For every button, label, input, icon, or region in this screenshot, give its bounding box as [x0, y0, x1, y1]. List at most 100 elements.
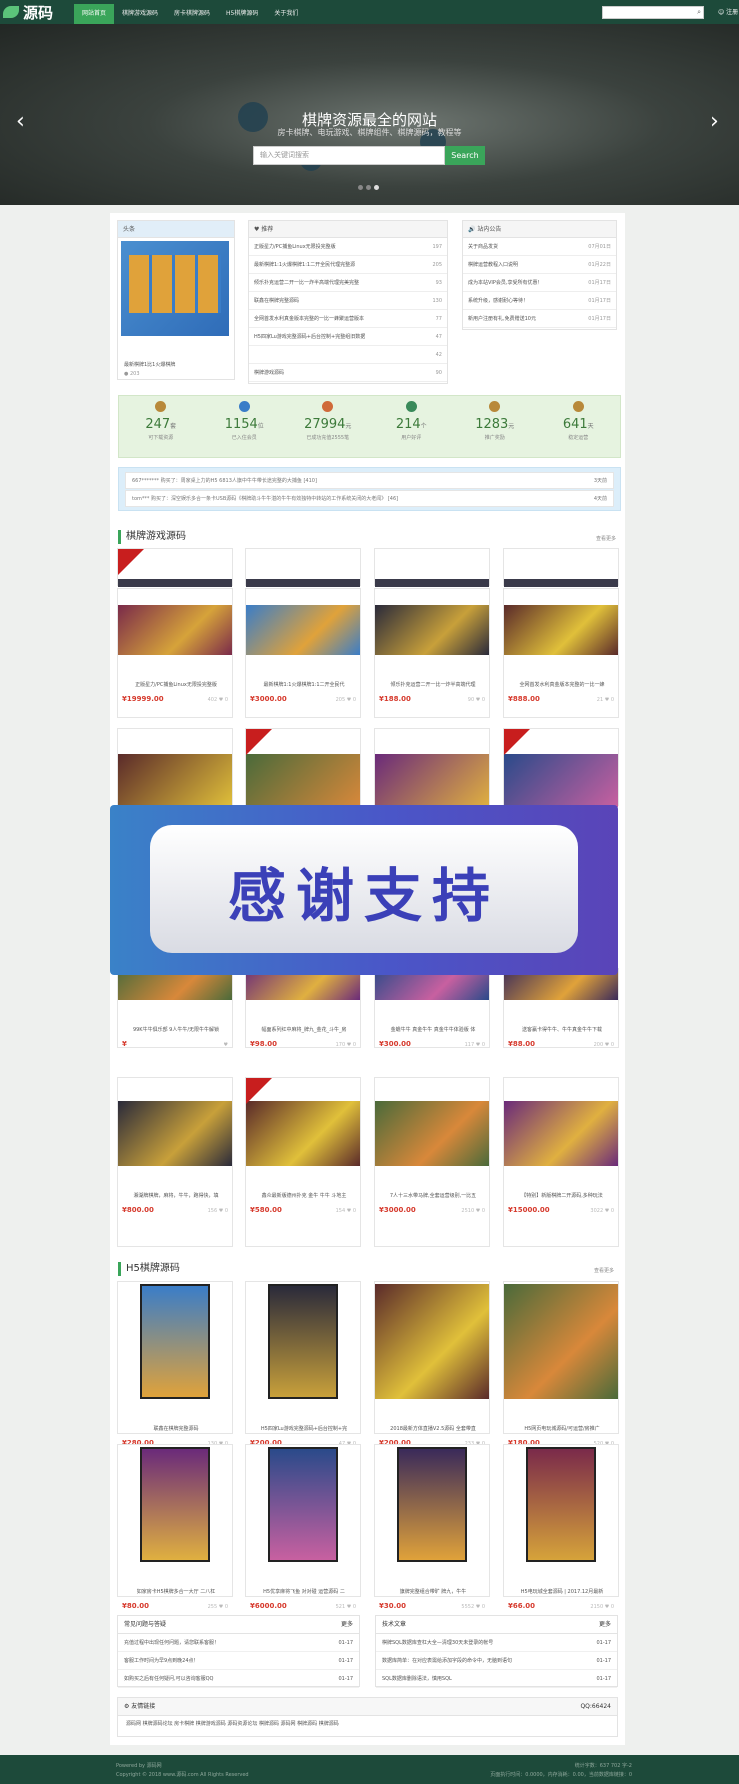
product-thumbnail[interactable]: [118, 1101, 232, 1166]
dot[interactable]: [358, 185, 363, 190]
faq-more[interactable]: 更多: [341, 1616, 353, 1633]
product-thumbnail[interactable]: [246, 1101, 360, 1166]
recommend-item-title[interactable]: 棋牌游戏源码: [254, 364, 284, 381]
product-title[interactable]: 正版星力/PC捕鱼Linux无限投完整版: [122, 681, 230, 688]
product-card-partial[interactable]: [374, 548, 490, 587]
dot-active[interactable]: [374, 185, 379, 190]
product-card[interactable]: 99K牛牛俱乐部 9人牛牛/无限牛牛解锁 ¥ ♥: [117, 965, 233, 1048]
section-more-h5[interactable]: 查看更多: [594, 1267, 614, 1274]
notice-item-title[interactable]: 成为本站VIP会员,享受所有优惠！: [468, 274, 543, 291]
recommend-item-title[interactable]: 全网首发水利真金版本完整的一比一蜂聚运营版本: [254, 310, 364, 327]
product-card[interactable]: 幅面系列红中麻将_牌九_金花_斗牛_房 ¥98.00 170 ♥ 0: [245, 965, 361, 1048]
product-title[interactable]: 7人十三水带马牌,全套运营级别,一比五: [379, 1192, 487, 1199]
article-row[interactable]: 如购买之后有任何疑问,可以咨询客服QQ 01-17: [118, 1670, 359, 1688]
product-card[interactable]: 送客赢卡得牛牛、牛牛真金牛牛下载 ¥88.00 200 ♥ 0: [503, 965, 619, 1048]
links-list[interactable]: 源码网 棋牌源码论坛 房卡棋牌 棋牌游戏源码 源码资源论坛 棋牌源码 源码网 棋…: [118, 1716, 617, 1731]
recommend-item[interactable]: H5四家Lu游戏完整源码+后台控制+完整组旧数据 47: [249, 328, 447, 346]
product-card[interactable]: 鑫众最新版德州扑克 金牛 牛牛 斗地主 ¥580.00 154 ♥ 0: [245, 1077, 361, 1247]
search-icon[interactable]: ⌕: [697, 8, 701, 17]
product-card[interactable]: 湘湖牌棋牌，麻将，牛牛，跑得快，填 ¥800.00 156 ♥ 0: [117, 1077, 233, 1247]
product-title[interactable]: H5网页电玩城源码/可运营/房推广: [508, 1425, 616, 1432]
product-title[interactable]: 最新棋牌1:1火爆棋牌1:1二开全民代: [250, 681, 358, 688]
product-thumbnail[interactable]: [504, 1447, 618, 1562]
notice-item[interactable]: 棋牌运营教程入口说明 01月22日: [463, 256, 616, 274]
notice-item[interactable]: 成为本站VIP会员,享受所有优惠！ 01月17日: [463, 274, 616, 292]
product-title[interactable]: 幅面系列红中麻将_牌九_金花_斗牛_房: [250, 1026, 358, 1033]
links-qq[interactable]: QQ:66424: [580, 1698, 611, 1715]
nav-room-card[interactable]: 房卡棋牌源码: [166, 4, 218, 24]
product-card[interactable]: 倾乐扑克运营二开一比一炸半高端代理 ¥188.00 90 ♥ 0: [374, 588, 490, 718]
product-thumbnail[interactable]: [375, 1447, 489, 1562]
headline-image[interactable]: [121, 241, 229, 336]
product-thumbnail[interactable]: [504, 1284, 618, 1399]
product-card[interactable]: 2018最新方体直播V2.5源码 全套带直¥200.00233 ♥ 0: [374, 1281, 490, 1447]
recommend-item[interactable]: 联鑫在棋牌完整源码 130: [249, 292, 447, 310]
product-title[interactable]: 金蟾牛牛 真金牛牛 真金牛牛体验版 体: [379, 1026, 487, 1033]
product-title[interactable]: 2018最新方体直播V2.5源码 全套带直: [379, 1425, 487, 1432]
notice-item-title[interactable]: 新用户注册有礼,免费赠送10元: [468, 310, 536, 327]
dot[interactable]: [366, 185, 371, 190]
product-thumbnail[interactable]: [118, 1447, 232, 1562]
article-row[interactable]: 客服工作时间为早9点到晚24点！ 01-17: [118, 1652, 359, 1670]
nav-h5[interactable]: H5棋牌源码: [218, 4, 266, 24]
product-card[interactable]: 最新棋牌1:1火爆棋牌1:1二开全民代 ¥3000.00 205 ♥ 0: [245, 588, 361, 718]
notice-item[interactable]: 关于商品发货 07月01日: [463, 238, 616, 256]
article-title[interactable]: 如购买之后有任何疑问,可以咨询客服QQ: [124, 1670, 213, 1687]
article-row[interactable]: 棋牌SQL数据库查杠大全—清理30天未登录的帐号 01-17: [376, 1634, 617, 1652]
article-title[interactable]: 充值过程中出现任何问题，请您联系客服！: [124, 1634, 219, 1651]
product-card[interactable]: 【特别】新版棋牌二开源码,多种玩法 ¥15000.00 3022 ♥ 0: [503, 1077, 619, 1247]
headline-caption[interactable]: 最新棋牌1比1火爆棋牌: [124, 361, 175, 368]
product-card-hidden[interactable]: [245, 728, 361, 807]
product-card[interactable]: H5网页电玩城源码/可运营/房推广¥180.00520 ♥ 0: [503, 1281, 619, 1447]
product-title[interactable]: 倾乐扑克运营二开一比一炸半高端代理: [379, 681, 487, 688]
product-card[interactable]: H5四家Lu游戏完整源码+后台控制+完¥200.0047 ♥ 0: [245, 1281, 361, 1447]
header-search-input[interactable]: ⌕: [602, 6, 704, 19]
product-card[interactable]: H5优享麻将飞鱼 对对碰 运营源码 二 ¥6000.00 521 ♥ 0: [245, 1444, 361, 1610]
product-card-hidden[interactable]: [117, 728, 233, 807]
product-thumbnail[interactable]: [375, 1284, 489, 1399]
site-logo[interactable]: 源码: [3, 3, 53, 22]
product-card-partial[interactable]: [503, 548, 619, 587]
product-title[interactable]: 送客赢卡得牛牛、牛牛真金牛牛下载: [508, 1026, 616, 1033]
register-link[interactable]: ☺ 注册: [718, 7, 738, 16]
recommend-item[interactable]: 最新棋牌1:1火爆棋牌1:1二开全民代理完整源 205: [249, 256, 447, 274]
product-card[interactable]: 7人十三水带马牌,全套运营级别,一比五 ¥3000.00 2510 ♥ 0: [374, 1077, 490, 1247]
recommend-item[interactable]: 正版星力/PC捕鱼Linux无限投完整版 197: [249, 238, 447, 256]
product-card[interactable]: 正版星力/PC捕鱼Linux无限投完整版 ¥19999.00 402 ♥ 0: [117, 588, 233, 718]
recommend-item-title[interactable]: 正版星力/PC捕鱼Linux无限投完整版: [254, 238, 336, 255]
article-title[interactable]: 数据库简单：在对应表需给添加字段的命令中，无脑到语句: [382, 1652, 512, 1669]
product-thumbnail[interactable]: [246, 1284, 360, 1399]
product-thumbnail[interactable]: [246, 1447, 360, 1562]
tech-more[interactable]: 更多: [599, 1616, 611, 1633]
notice-item[interactable]: 新用户注册有礼,免费赠送10元 01月17日: [463, 310, 616, 328]
notice-item-title[interactable]: 系统升级，感谢耐心等待！: [468, 292, 528, 309]
product-title[interactable]: 【特别】新版棋牌二开源码,多种玩法: [508, 1192, 616, 1199]
product-title[interactable]: 联鑫在棋牌完整源码: [122, 1425, 230, 1432]
recommend-item[interactable]: 倾乐扑克运营二开一比一炸半高端代理完美完整 93: [249, 274, 447, 292]
product-card[interactable]: 金蟾牛牛 真金牛牛 真金牛牛体验版 体 ¥300.00 117 ♥ 0: [374, 965, 490, 1048]
product-title[interactable]: H5四家Lu游戏完整源码+后台控制+完: [250, 1425, 358, 1432]
product-card-hidden[interactable]: [503, 728, 619, 807]
recommend-item-title[interactable]: 联鑫在棋牌完整源码: [254, 292, 299, 309]
product-thumbnail[interactable]: [118, 1284, 232, 1399]
product-thumbnail[interactable]: [118, 605, 232, 655]
nav-game-source[interactable]: 棋牌游戏源码: [114, 4, 166, 24]
product-title[interactable]: 鑫众最新版德州扑克 金牛 牛牛 斗地主: [250, 1192, 358, 1199]
product-title[interactable]: 99K牛牛俱乐部 9人牛牛/无限牛牛解锁: [122, 1026, 230, 1033]
article-title[interactable]: 棋牌SQL数据库查杠大全—清理30天未登录的帐号: [382, 1634, 493, 1651]
product-title[interactable]: H5电玩城全套源码 | 2017.12月最新: [508, 1588, 616, 1595]
article-title[interactable]: SQL数据库删除语法，慎用SQL: [382, 1670, 452, 1687]
product-thumbnail[interactable]: [246, 605, 360, 655]
product-thumbnail[interactable]: [504, 1101, 618, 1166]
recommend-item[interactable]: 全网首发水利真金版本完整的一比一蜂聚运营版本 77: [249, 310, 447, 328]
product-card[interactable]: 旗牌完整组合带旷 牌九，牛牛 ¥30.00 5552 ♥ 0: [374, 1444, 490, 1610]
nav-about[interactable]: 关于我们: [266, 4, 306, 24]
product-card[interactable]: 如家房卡H5棋牌多合一大厅 二八杠 ¥80.00 255 ♥ 0: [117, 1444, 233, 1610]
recommend-item[interactable]: 42: [249, 346, 447, 364]
product-title[interactable]: 全网首发水利真金版本完整的一比一蜂: [508, 681, 616, 688]
notice-item-title[interactable]: 关于商品发货: [468, 238, 498, 255]
section-more-games[interactable]: 查看更多: [596, 535, 616, 542]
product-card-partial[interactable]: [245, 548, 361, 587]
article-row[interactable]: 充值过程中出现任何问题，请您联系客服！ 01-17: [118, 1634, 359, 1652]
banner-search-button[interactable]: Search: [445, 146, 485, 165]
